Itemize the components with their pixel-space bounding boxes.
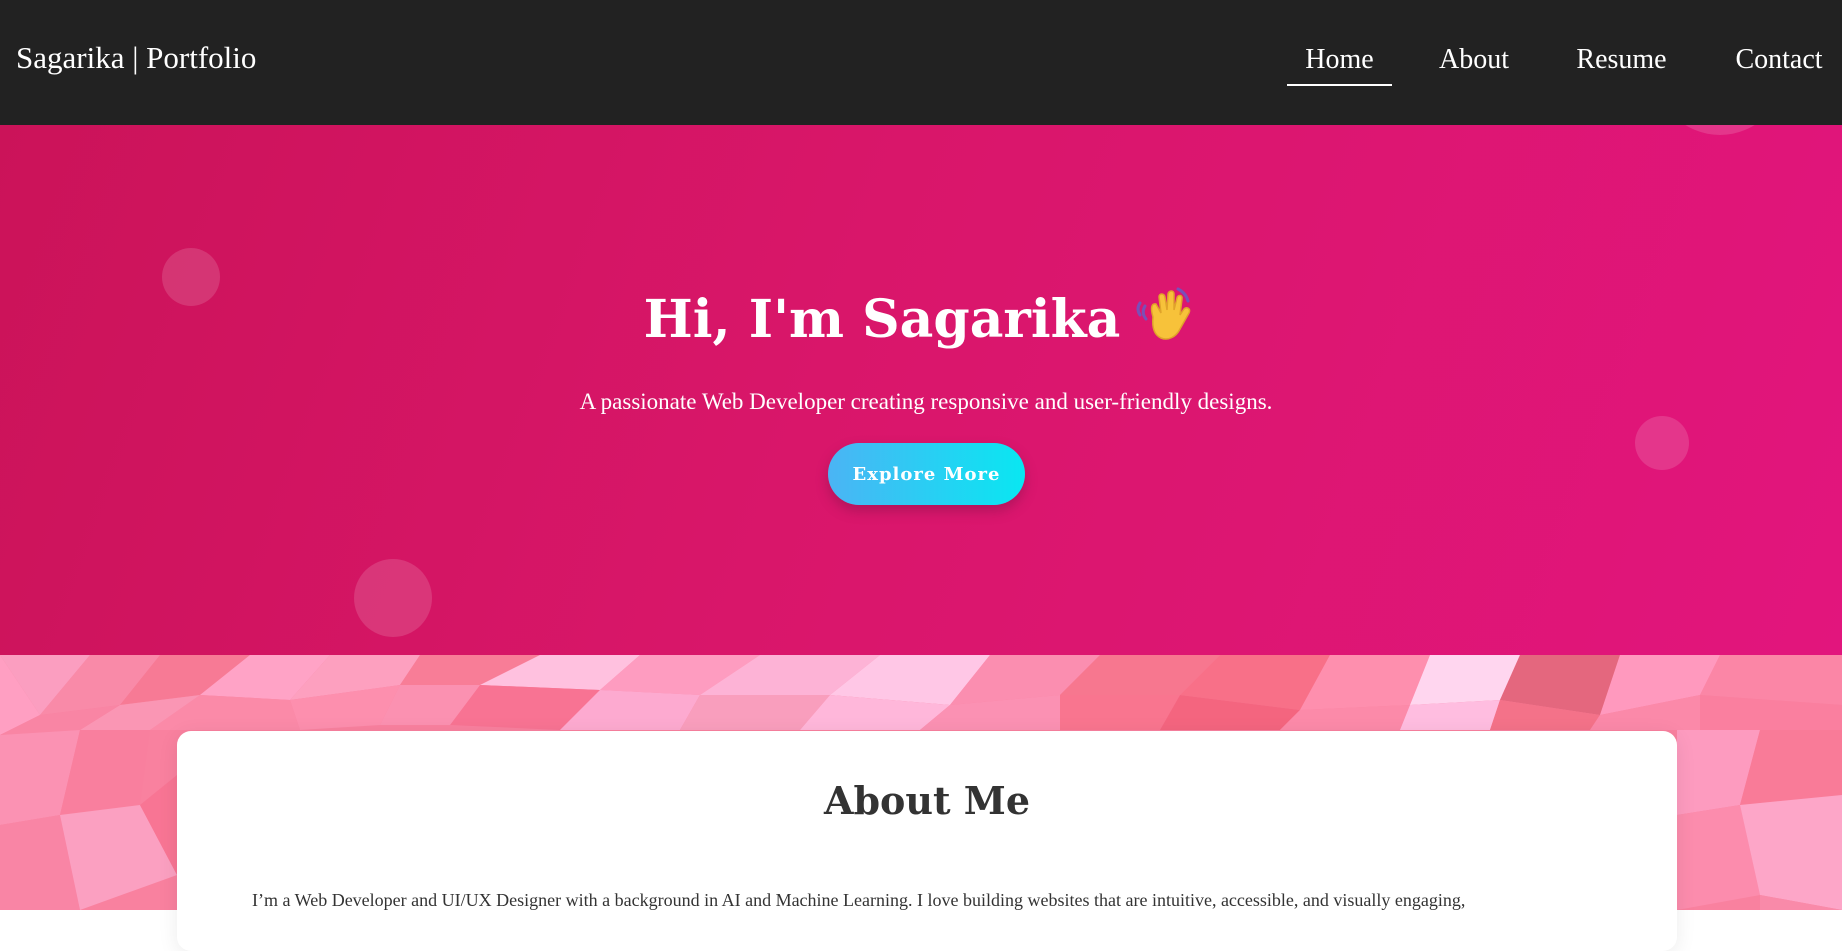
nav-links: Home About Resume Contact bbox=[0, 44, 1842, 94]
about-title: About Me bbox=[823, 778, 1031, 823]
hero-subtitle: A passionate Web Developer creating resp… bbox=[579, 389, 1273, 414]
decorative-bubble bbox=[1635, 416, 1689, 470]
waving-hand-icon bbox=[1134, 285, 1198, 343]
nav-link-contact[interactable]: Contact bbox=[1731, 44, 1827, 76]
explore-more-button[interactable]: Explore More bbox=[828, 443, 1025, 505]
nav-link-home[interactable]: Home bbox=[1287, 44, 1392, 86]
about-card: About Me I’m a Web Developer and UI/UX D… bbox=[177, 731, 1677, 951]
nav-link-resume[interactable]: Resume bbox=[1575, 44, 1668, 76]
navbar: Sagarika | Portfolio Home About Resume C… bbox=[0, 0, 1842, 125]
hero-section: Hi, I'm Sagarika A passionate Web Develo… bbox=[0, 125, 1842, 655]
decorative-bubble bbox=[1655, 125, 1785, 135]
hero-title: Hi, I'm Sagarika bbox=[0, 285, 1842, 350]
about-text: I’m a Web Developer and UI/UX Designer w… bbox=[252, 890, 1466, 910]
decorative-bubble bbox=[354, 559, 432, 637]
hero-title-text: Hi, I'm Sagarika bbox=[643, 289, 1121, 350]
nav-link-about[interactable]: About bbox=[1438, 44, 1510, 76]
